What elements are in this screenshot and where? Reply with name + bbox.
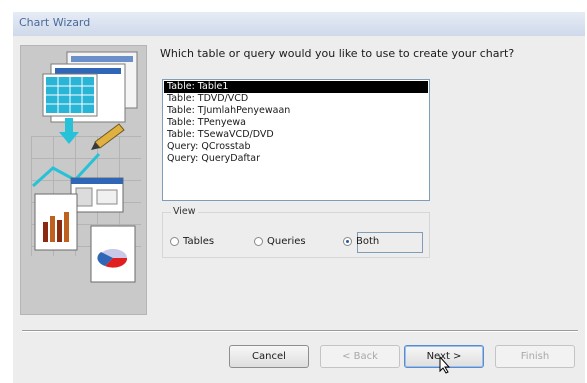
cancel-button[interactable]: Cancel bbox=[229, 345, 309, 368]
radio-both[interactable]: Both bbox=[343, 236, 379, 247]
back-button[interactable]: < Back bbox=[320, 345, 400, 368]
list-item[interactable]: Table: TPenyewa bbox=[164, 117, 428, 129]
table-query-listbox[interactable]: Table: Table1 Table: TDVD/VCD Table: TJu… bbox=[162, 79, 430, 201]
radio-label-queries: Queries bbox=[267, 236, 306, 247]
chart-wizard-window: Chart Wizard Which table or query would … bbox=[0, 0, 587, 383]
button-separator bbox=[22, 330, 578, 332]
chart-illustration-icon bbox=[31, 51, 138, 283]
radio-label-both: Both bbox=[356, 236, 380, 247]
finish-button[interactable]: Finish bbox=[495, 345, 575, 368]
view-legend: View bbox=[171, 206, 198, 217]
list-item[interactable]: Query: QCrosstab bbox=[164, 141, 428, 153]
list-item[interactable]: Table: TJumlahPenyewaan bbox=[164, 105, 428, 117]
list-item[interactable]: Table: Table1 bbox=[164, 81, 428, 93]
wizard-illustration bbox=[20, 45, 147, 315]
window-title: Chart Wizard bbox=[19, 16, 91, 29]
radio-button[interactable] bbox=[254, 237, 263, 246]
title-bar: Chart Wizard bbox=[13, 12, 585, 37]
mouse-cursor-icon bbox=[439, 356, 451, 374]
radio-queries[interactable]: Queries bbox=[254, 236, 306, 247]
wizard-prompt: Which table or query would you like to u… bbox=[160, 47, 515, 60]
radio-label-tables: Tables bbox=[183, 236, 215, 247]
radio-tables[interactable]: Tables bbox=[170, 236, 214, 247]
radio-button[interactable] bbox=[170, 237, 179, 246]
radio-button[interactable] bbox=[343, 237, 352, 246]
list-item[interactable]: Table: TDVD/VCD bbox=[164, 93, 428, 105]
list-item[interactable]: Query: QueryDaftar bbox=[164, 153, 428, 165]
list-item[interactable]: Table: TSewaVCD/DVD bbox=[164, 129, 428, 141]
